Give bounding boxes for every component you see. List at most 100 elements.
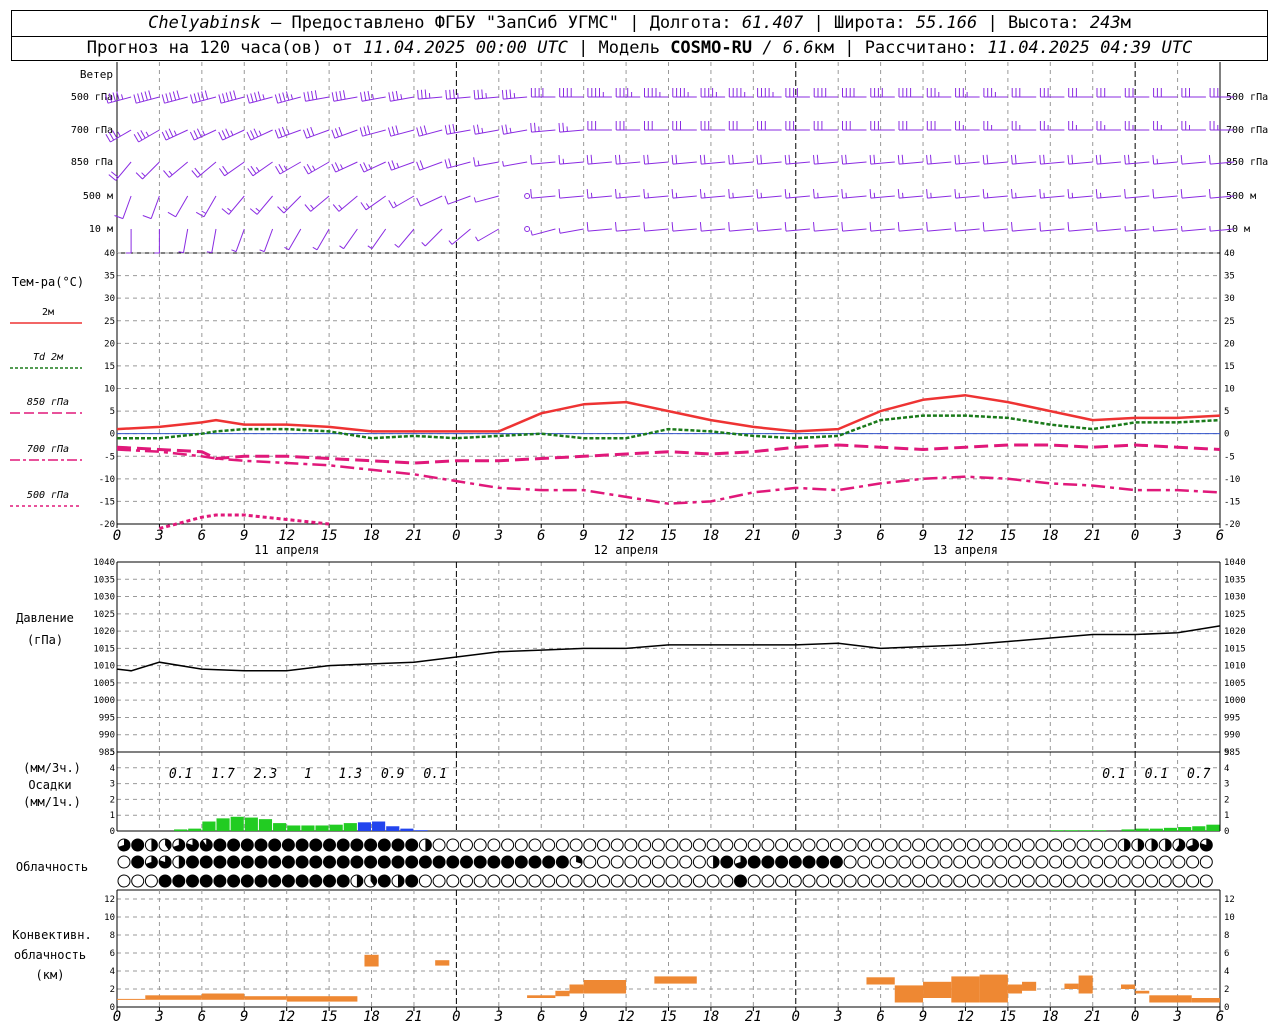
cloud-fill — [255, 839, 267, 851]
temp-ytick-right: 30 — [1224, 294, 1235, 304]
wind-barb — [728, 154, 754, 165]
wind-barb — [332, 195, 358, 212]
wind-barb — [813, 88, 839, 98]
convective-bar — [583, 980, 627, 994]
cloud-symbol — [939, 855, 953, 869]
cloud-fill — [268, 839, 281, 851]
conv-ytick-left: 8 — [110, 931, 115, 941]
conv-hour-label: 6 — [876, 1009, 884, 1024]
precip-rain-bar — [329, 824, 343, 831]
wind-barb — [1181, 88, 1206, 98]
precip-rain-bar — [1149, 828, 1163, 831]
cloud-fill — [296, 875, 309, 887]
cloud-symbol — [1090, 874, 1104, 888]
wind-barb — [444, 158, 471, 169]
cloud-symbol — [692, 874, 706, 888]
cloud-symbol — [1008, 874, 1021, 888]
conv-ytick-left: 10 — [104, 913, 115, 923]
temp-ytick-right: 15 — [1224, 362, 1235, 372]
cloud-symbol — [1008, 838, 1021, 852]
cloud-fill — [213, 856, 226, 868]
cloud-symbol — [1117, 874, 1131, 888]
cloud-symbol — [1103, 838, 1117, 852]
cloud-symbol — [994, 838, 1008, 852]
precip-rain-bar — [216, 818, 230, 831]
temp-hour-label: 6 — [198, 528, 206, 544]
cloud-symbol — [418, 874, 432, 888]
cloud-fill — [405, 875, 418, 887]
cloud-symbol — [117, 855, 131, 869]
convective-bar — [1007, 984, 1023, 994]
day-label: 12 апреля — [594, 543, 659, 557]
precip-rain-bar — [1050, 830, 1064, 831]
panel-titles — [10, 322, 82, 507]
wind-barb — [445, 89, 471, 100]
wind-barb — [813, 121, 839, 131]
precip-rain-bar — [315, 825, 329, 831]
cloud-symbol — [610, 838, 624, 852]
wind-barb — [1067, 154, 1093, 165]
wind-barb — [869, 222, 895, 232]
cloud-fill — [131, 839, 144, 851]
wind-barb — [218, 90, 245, 104]
wind-barb — [1095, 222, 1122, 232]
pressure-unit: (гПа) — [27, 633, 63, 647]
cloud-symbol — [555, 874, 569, 888]
cloud-symbol — [1090, 838, 1104, 852]
wind-barb — [926, 154, 952, 165]
temp-ytick-left: 30 — [104, 294, 115, 304]
cloud-symbol — [953, 838, 967, 852]
cloud-fill — [268, 875, 281, 887]
wind-barb — [1068, 88, 1093, 98]
convective-bar — [527, 995, 556, 998]
temp-hour-label: 0 — [792, 528, 800, 544]
precip-3h-total: 1.7 — [211, 767, 235, 782]
cloud-symbol — [829, 838, 843, 852]
cloud-symbol — [692, 838, 706, 852]
temp-hour-label: 0 — [452, 528, 460, 544]
prec-ytick-left: 4 — [110, 764, 115, 774]
conv-hour-label: 0 — [792, 1009, 800, 1024]
cloud-symbol — [857, 874, 871, 888]
precip-3h-total: 0.1 — [423, 767, 446, 782]
temp-legend-label: Td 2м — [33, 352, 64, 363]
cloud-fill — [713, 856, 720, 868]
cloud-symbol — [1172, 855, 1186, 869]
cloud-fill — [748, 856, 761, 868]
pres-ytick-right: 990 — [1224, 731, 1240, 741]
cloud-fill — [378, 839, 391, 851]
wind-barb — [672, 121, 697, 131]
cloud-symbol — [597, 855, 610, 869]
cloud-fill — [398, 875, 404, 887]
pres-ytick-left: 1010 — [93, 662, 115, 672]
conv-ytick-right: 8 — [1224, 931, 1229, 941]
wind-barb — [757, 88, 782, 98]
convective-bar — [654, 976, 697, 984]
temp-hour-label: 12 — [957, 528, 974, 544]
cloud-fill — [803, 856, 815, 868]
temp-hour-label: 15 — [660, 528, 677, 544]
wind-barb — [303, 161, 330, 175]
convective-bar — [244, 996, 287, 1000]
cloud-fill — [296, 856, 309, 868]
cloud-fill — [227, 856, 240, 868]
wind-barb — [277, 195, 302, 214]
cloud-symbol — [802, 874, 816, 888]
cloud-symbol — [692, 855, 706, 869]
conv-hour-label: 9 — [579, 1009, 587, 1024]
pressure-title: Давление — [16, 611, 74, 625]
wind-barb — [728, 88, 754, 98]
cloud-symbol — [898, 874, 912, 888]
cloud-symbol — [679, 855, 693, 869]
cloud-symbol — [1021, 855, 1035, 869]
cloud-symbol — [843, 855, 857, 869]
temp-ytick-left: 40 — [104, 249, 115, 259]
wind-barb — [1068, 121, 1093, 131]
precip-rain-bar — [258, 819, 273, 831]
cloud-symbol — [788, 874, 802, 888]
cloud-fill — [337, 839, 350, 851]
wind-barb — [1039, 189, 1065, 199]
cloud-symbol — [706, 874, 720, 888]
wind-barb — [394, 228, 415, 248]
conv-hour-label: 18 — [363, 1009, 380, 1024]
